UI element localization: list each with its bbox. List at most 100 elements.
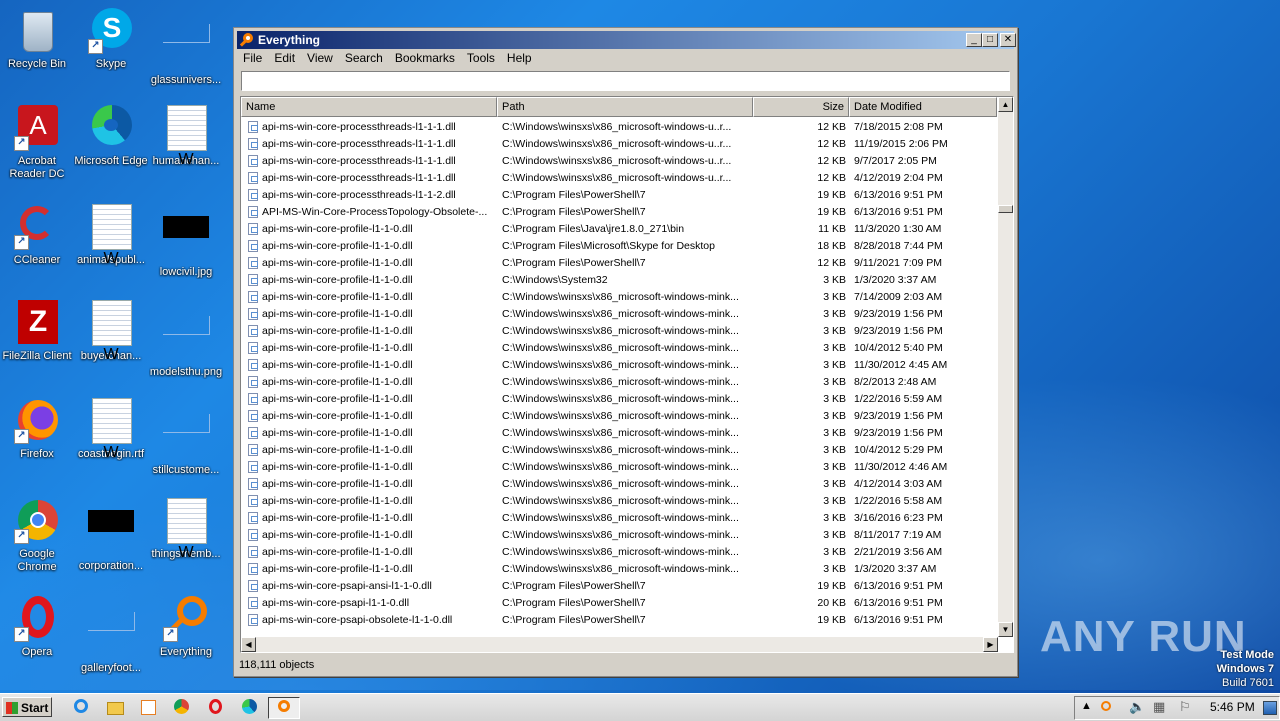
table-row[interactable]: api-ms-win-core-profile-l1-1-0.dll C:\Win…	[241, 527, 997, 544]
tray-everything-icon[interactable]	[1101, 701, 1111, 711]
desktop-icon-buyerchan[interactable]: W buyerchan...	[74, 300, 148, 363]
menu-bookmarks[interactable]: Bookmarks	[389, 50, 461, 66]
table-row[interactable]: api-ms-win-core-profile-l1-1-0.dll C:\Win…	[241, 493, 997, 510]
table-row[interactable]: api-ms-win-core-profile-l1-1-0.dll C:\Win…	[241, 544, 997, 561]
table-row[interactable]: api-ms-win-core-psapi-ansi-l1-1-0.dll C:\…	[241, 578, 997, 595]
table-row[interactable]: api-ms-win-core-profile-l1-1-0.dll C:\Win…	[241, 510, 997, 527]
file-size-cell: 19 KB	[817, 580, 846, 592]
desktop-icon-acrobat[interactable]: A ↗ Acrobat Reader DC	[0, 105, 74, 181]
table-row[interactable]: api-ms-win-core-profile-l1-1-0.dll C:\Win…	[241, 272, 997, 289]
desktop-icon-filezilla[interactable]: Z FileZilla Client	[0, 300, 74, 363]
table-row[interactable]: api-ms-win-core-profile-l1-1-0.dll C:\Win…	[241, 374, 997, 391]
column-size-header[interactable]: Size	[753, 97, 849, 117]
table-row[interactable]: api-ms-win-core-processthreads-l1-1-1.dl…	[241, 153, 997, 170]
dll-file-icon	[248, 563, 258, 575]
table-row[interactable]: api-ms-win-core-profile-l1-1-0.dll C:\Win…	[241, 408, 997, 425]
table-row[interactable]: api-ms-win-core-processthreads-l1-1-1.dl…	[241, 119, 997, 136]
desktop-icon-edge[interactable]: Microsoft Edge	[74, 105, 148, 168]
file-name-cell: api-ms-win-core-processthreads-l1-1-1.dl…	[262, 172, 456, 184]
menu-file[interactable]: File	[237, 50, 268, 66]
file-name-cell: api-ms-win-core-profile-l1-1-0.dll	[262, 223, 413, 235]
taskbar-everything-icon[interactable]	[268, 697, 300, 719]
table-row[interactable]: api-ms-win-core-profile-l1-1-0.dll C:\Win…	[241, 561, 997, 578]
scroll-right-button[interactable]: ▶	[983, 637, 998, 652]
desktop-icon-coastbegin[interactable]: W coastbegin.rtf	[74, 398, 148, 461]
desktop-icon-opera[interactable]: ↗ Opera	[0, 596, 74, 659]
menu-edit[interactable]: Edit	[268, 50, 301, 66]
desktop-icon-glassunivers[interactable]: glassunivers...	[149, 8, 223, 87]
scroll-left-button[interactable]: ◀	[241, 637, 256, 652]
desktop-icon-corporation[interactable]: corporation...	[74, 498, 148, 573]
table-row[interactable]: api-ms-win-core-profile-l1-1-0.dll C:\Win…	[241, 357, 997, 374]
desktop-icon-thingsmemb[interactable]: W thingsmemb...	[149, 498, 223, 561]
table-row[interactable]: api-ms-win-core-profile-l1-1-0.dll C:\Win…	[241, 323, 997, 340]
desktop-icon-modelsthu[interactable]: modelsthu.png	[149, 300, 223, 379]
show-desktop-icon[interactable]	[1263, 701, 1277, 715]
taskbar-opera-icon[interactable]	[204, 697, 226, 717]
table-row[interactable]: api-ms-win-core-processthreads-l1-1-1.dl…	[241, 136, 997, 153]
desktop-icon-everything[interactable]: ↗ Everything	[149, 596, 223, 659]
table-row[interactable]: api-ms-win-core-profile-l1-1-0.dll C:\Win…	[241, 459, 997, 476]
scroll-up-button[interactable]: ▲	[998, 97, 1013, 112]
file-name-cell: api-ms-win-core-profile-l1-1-0.dll	[262, 274, 413, 286]
table-row[interactable]: api-ms-win-core-profile-l1-1-0.dll C:\Win…	[241, 476, 997, 493]
horizontal-scrollbar[interactable]: ◀ ▶	[241, 637, 998, 652]
desktop-icon-stillcustome[interactable]: stillcustome...	[149, 398, 223, 477]
table-row[interactable]: api-ms-win-core-psapi-l1-1-0.dll C:\Progr…	[241, 595, 997, 612]
minimize-button[interactable]: _	[966, 33, 982, 47]
table-row[interactable]: api-ms-win-core-profile-l1-1-0.dll C:\Pro…	[241, 238, 997, 255]
menu-help[interactable]: Help	[501, 50, 538, 66]
vertical-scrollbar[interactable]: ▲ ▼	[998, 97, 1013, 637]
table-row[interactable]: API-MS-Win-Core-ProcessTopology-Obsolete…	[241, 204, 997, 221]
date-modified-cell: 11/19/2015 2:06 PM	[854, 138, 948, 150]
table-row[interactable]: api-ms-win-core-profile-l1-1-0.dll C:\Win…	[241, 340, 997, 357]
menu-search[interactable]: Search	[339, 50, 389, 66]
file-path-cell: C:\Windows\winsxs\x86_microsoft-windows-…	[502, 155, 732, 167]
table-row[interactable]: api-ms-win-core-profile-l1-1-0.dll C:\Win…	[241, 289, 997, 306]
scroll-down-button[interactable]: ▼	[998, 622, 1013, 637]
table-row[interactable]: api-ms-win-core-profile-l1-1-0.dll C:\Win…	[241, 442, 997, 459]
desktop-icon-lowcivil[interactable]: lowcivil.jpg	[149, 204, 223, 279]
taskbar-media-player-icon[interactable]	[136, 697, 158, 717]
menu-tools[interactable]: Tools	[461, 50, 501, 66]
scroll-thumb[interactable]	[998, 205, 1013, 213]
maximize-button[interactable]: □	[982, 33, 998, 47]
taskbar-clock[interactable]: 5:46 PM	[1210, 700, 1255, 714]
tray-expand-icon[interactable]: ▲	[1081, 700, 1092, 712]
table-row[interactable]: api-ms-win-core-profile-l1-1-0.dll C:\Win…	[241, 391, 997, 408]
taskbar-edge-icon[interactable]	[238, 697, 260, 717]
desktop-icon-chrome[interactable]: ↗ Google Chrome	[0, 498, 74, 574]
taskbar-chrome-icon[interactable]	[170, 697, 192, 717]
desktop-icon-animalspubl[interactable]: W animalspubl...	[74, 204, 148, 267]
speaker-icon[interactable]: 🔈	[1129, 699, 1145, 715]
search-input[interactable]	[241, 71, 1010, 91]
desktop-icon-humanchan[interactable]: W humanchan...	[149, 105, 223, 168]
taskbar-explorer-icon[interactable]	[103, 697, 125, 717]
column-date-header[interactable]: Date Modified	[849, 97, 997, 117]
start-button[interactable]: Start	[2, 697, 52, 717]
taskbar-ie-icon[interactable]	[70, 697, 92, 717]
menu-view[interactable]: View	[301, 50, 339, 66]
table-row[interactable]: api-ms-win-core-processthreads-l1-1-2.dl…	[241, 187, 997, 204]
network-icon[interactable]: ▦	[1153, 699, 1165, 715]
table-row[interactable]: api-ms-win-core-profile-l1-1-0.dll C:\Pro…	[241, 221, 997, 238]
table-row[interactable]: api-ms-win-core-profile-l1-1-0.dll C:\Pro…	[241, 255, 997, 272]
desktop-icon-recycle-bin[interactable]: Recycle Bin	[0, 8, 74, 71]
column-path-header[interactable]: Path	[497, 97, 753, 117]
window-titlebar[interactable]: Everything _ □ ✕	[237, 31, 1016, 49]
column-name-header[interactable]: Name	[241, 97, 497, 117]
desktop-icon-galleryfoot[interactable]: galleryfoot...	[74, 596, 148, 675]
image-thumbnail-icon	[88, 612, 135, 658]
table-row[interactable]: api-ms-win-core-profile-l1-1-0.dll C:\Win…	[241, 306, 997, 323]
desktop-icon-skype[interactable]: S ↗ Skype	[74, 8, 148, 71]
file-size-cell: 19 KB	[817, 206, 846, 218]
close-button[interactable]: ✕	[1000, 33, 1016, 47]
desktop-icon-ccleaner[interactable]: ↗ CCleaner	[0, 204, 74, 267]
file-path-cell: C:\Windows\winsxs\x86_microsoft-windows-…	[502, 308, 739, 320]
table-row[interactable]: api-ms-win-core-processthreads-l1-1-1.dl…	[241, 170, 997, 187]
action-center-flag-icon[interactable]: ⚐	[1179, 699, 1191, 715]
desktop-icon-firefox[interactable]: ↗ Firefox	[0, 398, 74, 461]
date-modified-cell: 6/13/2016 9:51 PM	[854, 614, 943, 626]
table-row[interactable]: api-ms-win-core-profile-l1-1-0.dll C:\Win…	[241, 425, 997, 442]
table-row[interactable]: api-ms-win-core-psapi-obsolete-l1-1-0.dl…	[241, 612, 997, 629]
